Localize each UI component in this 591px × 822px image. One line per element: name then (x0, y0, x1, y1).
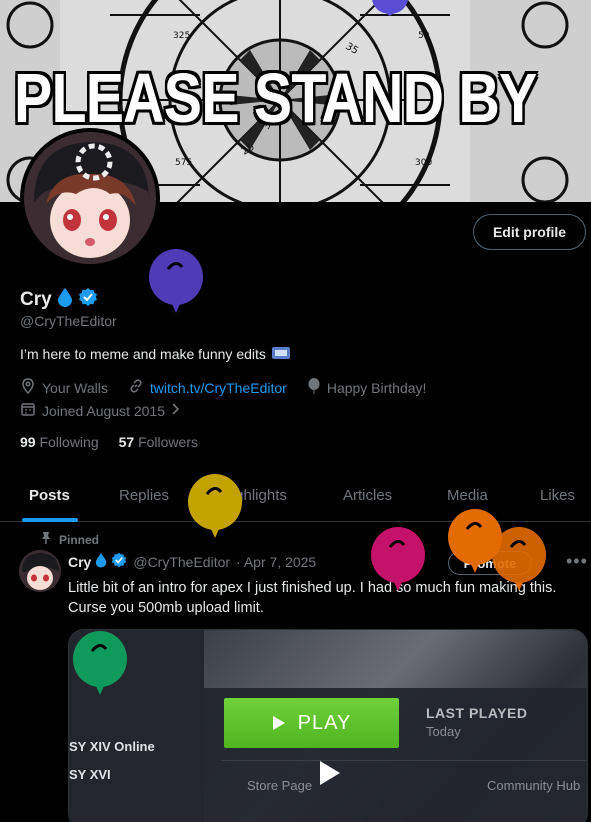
birthday-text: Happy Birthday! (326, 379, 427, 396)
pinned-label: Pinned (42, 531, 100, 548)
tab-posts[interactable]: Posts (29, 487, 70, 504)
community-hub-link: Community Hub (487, 778, 581, 793)
droplet-icon (95, 552, 107, 571)
joined-text: Joined August 2015 (42, 402, 165, 419)
follow-counts: 99 Following 57 Followers (20, 434, 198, 450)
more-options-icon[interactable]: ••• (566, 551, 588, 572)
chevron-right-icon[interactable] (171, 402, 181, 419)
tab-replies[interactable]: Replies (119, 487, 169, 504)
edit-profile-button[interactable]: Edit profile (473, 214, 586, 250)
play-triangle-icon (272, 716, 285, 730)
profile-avatar[interactable] (20, 128, 160, 268)
film-icon (271, 346, 290, 362)
bio: I’m here to meme and make funny edits (20, 346, 290, 362)
post-header: Cry @CryTheEditor · Apr 7, 2025 (68, 552, 316, 571)
following-link[interactable]: 99 Following (20, 434, 99, 450)
banner-mark-300: 300 (415, 158, 432, 168)
tab-media[interactable]: Media (447, 487, 488, 504)
link-icon (128, 378, 144, 397)
following-count: 99 (20, 434, 36, 450)
tab-likes[interactable]: Likes (540, 487, 575, 504)
name-row: Cry (20, 287, 98, 312)
balloon-icon (307, 378, 321, 397)
handle: @CryTheEditor (20, 313, 117, 329)
bio-text: I’m here to meme and make funny edits (20, 346, 266, 362)
game-list-item: SY XVI (69, 767, 111, 782)
meta-row-2: Joined August 2015 (20, 401, 181, 420)
post-video[interactable]: PLAY LAST PLAYED Today SY XIV Online SY … (68, 629, 588, 822)
balloon-blue-top (370, 0, 410, 21)
banner-text: PLEASE STAND BY (14, 59, 537, 137)
calendar-icon (20, 401, 36, 420)
banner-mark-325: 325 (173, 31, 190, 41)
post-author-name[interactable]: Cry (68, 554, 91, 570)
tab-active-indicator (22, 518, 78, 522)
last-played-label: LAST PLAYED (426, 705, 528, 721)
display-name: Cry (20, 288, 52, 310)
profile-link[interactable]: twitch.tv/CryTheEditor (150, 380, 287, 396)
tab-articles[interactable]: Articles (343, 487, 392, 504)
steam-play-button: PLAY (224, 698, 399, 748)
last-played-value: Today (426, 724, 461, 739)
banner-mark-50: 50 (418, 31, 430, 41)
balloon-green (72, 631, 128, 704)
play-label: PLAY (297, 711, 352, 734)
verified-badge-icon[interactable] (111, 552, 127, 571)
store-page-link: Store Page (247, 778, 313, 793)
post-avatar[interactable] (19, 550, 61, 592)
post-author-handle[interactable]: @CryTheEditor (133, 554, 230, 570)
balloon-magenta (370, 527, 426, 600)
followers-count: 57 (118, 434, 135, 450)
video-play-icon[interactable] (314, 758, 344, 788)
followers-label: Followers (138, 434, 198, 450)
location-text: Your Walls (42, 379, 108, 396)
game-list-item: SY XIV Online (69, 739, 155, 754)
pin-icon (41, 531, 51, 548)
banner-mark-575: 575 (175, 158, 192, 168)
following-label: Following (39, 434, 99, 450)
pinned-text: Pinned (59, 532, 100, 547)
followers-link[interactable]: 57 Followers (119, 434, 198, 450)
balloon-orange-2 (491, 527, 547, 600)
droplet-icon (57, 287, 73, 312)
meta-row-1: Your Walls twitch.tv/CryTheEditor Happy … (20, 378, 426, 397)
verified-badge-icon[interactable] (78, 287, 98, 312)
balloon-gold (187, 474, 243, 547)
location-icon (20, 378, 36, 397)
post-date[interactable]: · Apr 7, 2025 (236, 554, 316, 570)
balloon-purple (148, 249, 204, 322)
